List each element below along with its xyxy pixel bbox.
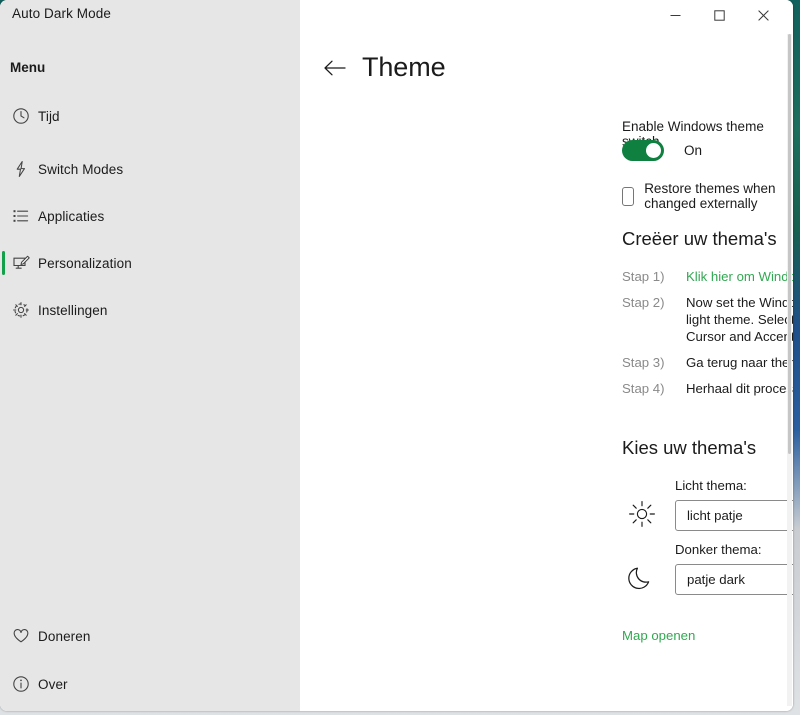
sidebar: Auto Dark Mode Menu Tijd Switch Modes (0, 0, 300, 711)
toggle-knob (646, 143, 661, 158)
step-number: Stap 4) (622, 380, 686, 397)
step-number: Stap 2) (622, 294, 686, 345)
restore-themes-label: Restore themes when changed externally (644, 181, 793, 211)
personalize-icon (10, 252, 32, 274)
step-row: Stap 2) Now set the Windows color under … (622, 294, 793, 345)
theme-switch-row: On (622, 140, 702, 161)
selection-indicator (2, 104, 5, 128)
step-row: Stap 1) Klik hier om Windows-themainstel… (622, 268, 793, 285)
step-row: Stap 4) Herhaal dit proces voor het donk… (622, 380, 793, 397)
moon-icon (622, 558, 662, 598)
minimize-icon (670, 10, 681, 21)
sidebar-item-switch-modes[interactable]: Switch Modes (0, 150, 300, 188)
light-theme-value: licht patje (687, 508, 793, 523)
step-number: Stap 3) (622, 354, 686, 371)
info-icon (10, 673, 32, 695)
choose-themes-heading: Kies uw thema's (622, 437, 756, 459)
sidebar-item-doneren[interactable]: Doneren (0, 617, 300, 655)
step-row: Stap 3) Ga terug naar themainstellingen … (622, 354, 793, 371)
close-icon (758, 10, 769, 21)
sidebar-item-tijd[interactable]: Tijd (0, 97, 300, 135)
sidebar-item-over[interactable]: Over (0, 665, 300, 703)
back-arrow-icon[interactable] (322, 55, 348, 81)
selection-indicator (2, 157, 5, 181)
app-title: Auto Dark Mode (12, 6, 111, 21)
sidebar-item-label: Over (38, 677, 68, 692)
restore-themes-row[interactable]: Restore themes when changed externally (622, 181, 793, 211)
gear-icon (10, 299, 32, 321)
dark-theme-block: Donker thema: patje dark (622, 542, 793, 598)
page-title: Theme (362, 52, 446, 83)
selection-indicator (2, 251, 5, 275)
theme-switch-toggle[interactable] (622, 140, 664, 161)
main-content: Theme Enable Windows theme switch On Res… (300, 0, 793, 711)
step-text: Ga terug naar themainstellingen en sla u… (686, 354, 793, 371)
sidebar-item-personalization[interactable]: Personalization (0, 244, 300, 282)
page-header: Theme (322, 52, 446, 83)
sidebar-item-label: Personalization (38, 256, 132, 271)
sidebar-item-label: Applicaties (38, 209, 104, 224)
selection-indicator (2, 672, 5, 696)
app-window: Auto Dark Mode Menu Tijd Switch Modes (0, 0, 793, 711)
close-button[interactable] (741, 0, 785, 30)
content-scrollbar[interactable] (787, 34, 792, 706)
toggle-state-label: On (684, 143, 702, 158)
steps-list: Stap 1) Klik hier om Windows-themainstel… (622, 268, 793, 406)
sidebar-item-label: Tijd (38, 109, 60, 124)
sidebar-item-label: Instellingen (38, 303, 108, 318)
open-folder-link[interactable]: Map openen (622, 628, 695, 643)
step-text-link[interactable]: Klik hier om Windows-themainstellingen t… (686, 268, 793, 285)
minimize-button[interactable] (653, 0, 697, 30)
selection-indicator (2, 624, 5, 648)
lightning-icon (10, 158, 32, 180)
selection-indicator (2, 204, 5, 228)
maximize-button[interactable] (697, 0, 741, 30)
step-text: Herhaal dit proces voor het donkere them… (686, 380, 793, 397)
sidebar-item-applicaties[interactable]: Applicaties (0, 197, 300, 235)
light-theme-label: Licht thema: (675, 478, 747, 493)
sidebar-item-instellingen[interactable]: Instellingen (0, 291, 300, 329)
restore-themes-checkbox[interactable] (622, 187, 634, 206)
light-theme-block: Licht thema: licht patje (622, 478, 793, 534)
dark-theme-value: patje dark (687, 572, 793, 587)
list-icon (10, 205, 32, 227)
sidebar-item-label: Switch Modes (38, 162, 123, 177)
step-number: Stap 1) (622, 268, 686, 285)
dark-theme-dropdown[interactable]: patje dark (675, 564, 793, 595)
sidebar-item-label: Doneren (38, 629, 91, 644)
selection-indicator (2, 298, 5, 322)
heart-icon (10, 625, 32, 647)
scrollbar-thumb[interactable] (788, 34, 791, 454)
light-theme-dropdown[interactable]: licht patje (675, 500, 793, 531)
sun-icon (622, 494, 662, 534)
clock-icon (10, 105, 32, 127)
maximize-icon (714, 10, 725, 21)
window-controls (653, 0, 785, 32)
create-themes-heading: Creëer uw thema's (622, 228, 777, 250)
step-text: Now set the Windows color under Colors t… (686, 294, 793, 345)
dark-theme-label: Donker thema: (675, 542, 762, 557)
sidebar-menu-heading: Menu (10, 60, 45, 75)
